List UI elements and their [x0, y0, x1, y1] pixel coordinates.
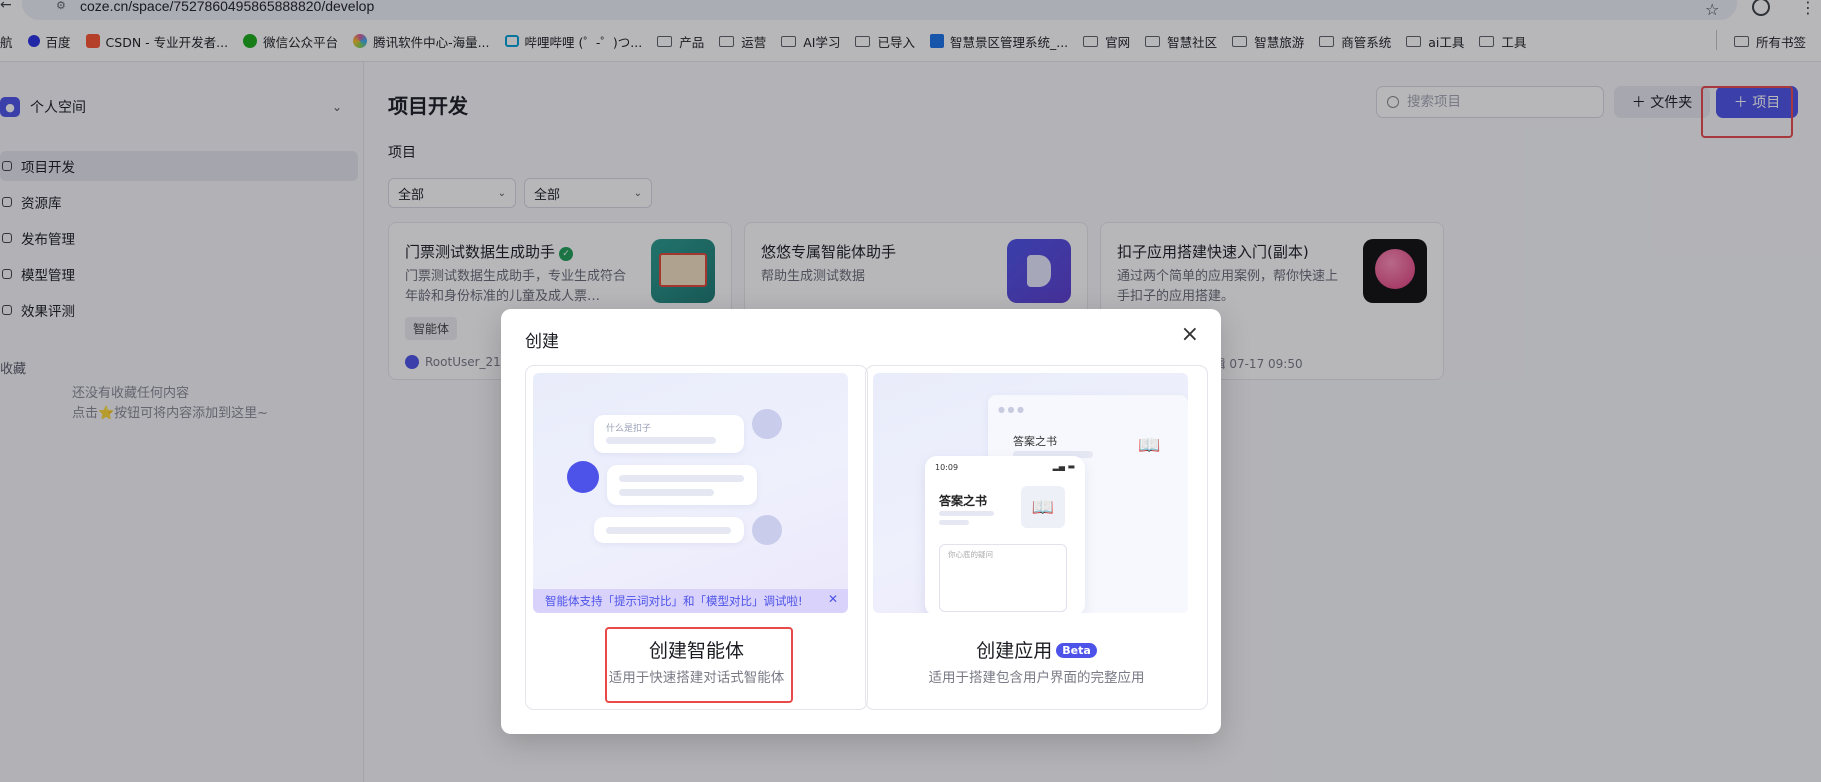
placeholder-bar — [606, 527, 731, 534]
user-avatar-icon — [752, 515, 782, 545]
book-icon: 📖 — [1138, 435, 1161, 456]
placeholder-bar — [619, 475, 744, 482]
agent-preview-illustration: 什么是扣子 智能体支持「提示词对比」和「模型对比」调试啦! ✕ — [533, 373, 848, 613]
app-preview-illustration: ● ● ● 答案之书 📖 10:09 ▂▄ ▬ 答案之书 📖 你心底的疑问 — [873, 373, 1188, 613]
placeholder-bar — [939, 520, 969, 525]
placeholder-bar — [939, 511, 994, 516]
create-app-desc: 适用于搭建包含用户界面的完整应用 — [928, 670, 1145, 686]
create-app-title: 创建应用 Beta — [866, 636, 1207, 663]
user-avatar-icon — [752, 409, 782, 439]
book-icon: 📖 — [1021, 486, 1065, 528]
placeholder-bar — [619, 489, 714, 496]
window-dots: ● ● ● — [998, 405, 1025, 414]
question-input-preview: 你心底的疑问 — [939, 544, 1067, 612]
close-notice-icon[interactable]: ✕ — [828, 592, 838, 606]
chat-bubble-bot — [607, 465, 757, 505]
chat-bubble-user: 什么是扣子 — [594, 415, 744, 453]
mobile-phone-preview: 10:09 ▂▄ ▬ 答案之书 📖 你心底的疑问 — [925, 456, 1085, 613]
modal-title: 创建 — [525, 332, 559, 352]
feature-notice: 智能体支持「提示词对比」和「模型对比」调试啦! ✕ — [533, 589, 848, 613]
create-app-option[interactable]: ● ● ● 答案之书 📖 10:09 ▂▄ ▬ 答案之书 📖 你心底的疑问 创建… — [865, 365, 1208, 710]
placeholder-bar — [606, 437, 716, 444]
chat-bubble-user — [594, 517, 744, 543]
close-icon[interactable]: × — [1181, 323, 1199, 347]
bot-avatar-icon — [567, 461, 599, 493]
highlight-box-create-agent — [605, 627, 793, 703]
beta-badge: Beta — [1056, 643, 1097, 658]
status-icons: ▂▄ ▬ — [1052, 462, 1075, 471]
